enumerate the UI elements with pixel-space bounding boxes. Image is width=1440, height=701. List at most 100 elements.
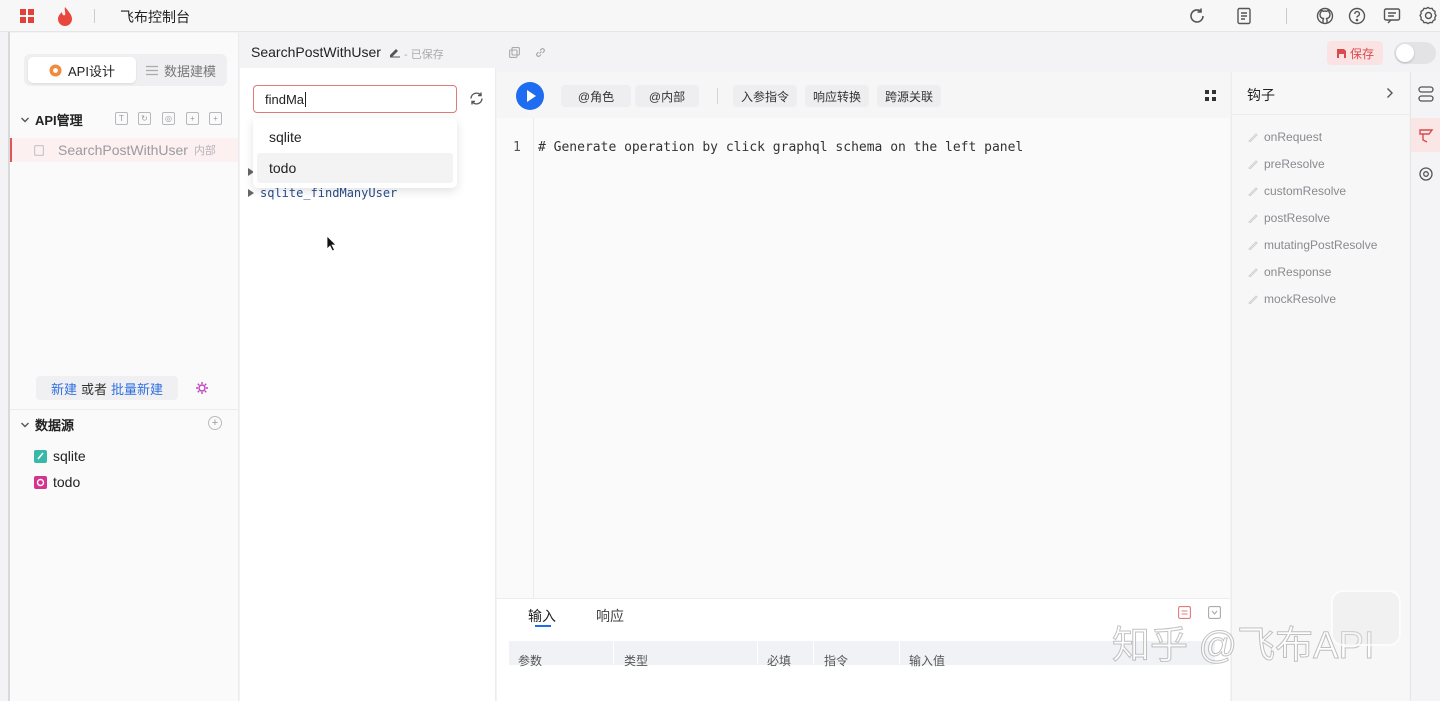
magic-icon[interactable]: [195, 381, 209, 395]
mouse-cursor-icon: [326, 235, 337, 252]
config-gear-icon[interactable]: [1411, 162, 1440, 186]
flow-icon[interactable]: [1411, 82, 1440, 106]
response-transform-button[interactable]: 响应转换: [805, 85, 869, 107]
sqlite-icon: [34, 449, 47, 463]
toggle-knob: [1396, 44, 1414, 62]
caret-right-icon[interactable]: [248, 189, 254, 197]
role-button[interactable]: @角色: [561, 85, 631, 107]
datasource-item-sqlite[interactable]: sqlite: [34, 448, 86, 464]
api-management-header[interactable]: API管理: [20, 110, 83, 129]
reload-icon[interactable]: [469, 91, 484, 106]
text-caret: [305, 91, 307, 107]
batch-new-link[interactable]: 批量新建: [111, 379, 163, 398]
add-datasource-icon[interactable]: +: [208, 416, 222, 430]
chevron-right-icon[interactable]: [1386, 87, 1394, 99]
col-required: 必填: [767, 654, 792, 668]
hook-postresolve[interactable]: postResolve: [1248, 211, 1330, 225]
save-button[interactable]: 保存: [1327, 41, 1383, 65]
col-directive: 指令: [824, 654, 849, 668]
chevron-down-icon: [20, 115, 30, 125]
col-divider: [613, 640, 614, 664]
add-file-icon[interactable]: +: [186, 112, 199, 125]
hook-tab-icon[interactable]: [1411, 118, 1440, 152]
tab-input[interactable]: 输入: [528, 606, 556, 626]
brand-logo-icon: [56, 6, 74, 26]
schema-explorer: findMa sqlite_findManyUser sqlite todo: [240, 68, 496, 701]
schema-search-input[interactable]: findMa: [253, 85, 457, 113]
watermark-logo-icon: [1331, 590, 1401, 646]
cross-source-button[interactable]: 跨源关联: [877, 85, 941, 107]
copy-icon[interactable]: [509, 47, 520, 58]
autocomplete-dropdown: sqlite todo: [253, 118, 457, 188]
code-editor[interactable]: 1 # Generate operation by click graphql …: [497, 118, 1230, 598]
todo-datasource-icon: [34, 475, 47, 489]
edit-icon: [1248, 133, 1258, 142]
col-param: 参数: [518, 654, 543, 668]
col-divider: [757, 640, 758, 664]
tree-item-findmanyuser[interactable]: sqlite_findManyUser: [260, 186, 397, 200]
col-divider: [813, 640, 814, 664]
divider: [717, 88, 718, 104]
mode-toggle[interactable]: [1394, 42, 1436, 64]
api-item-searchpostwithuser[interactable]: SearchPostWithUser 内部: [10, 138, 238, 162]
refresh-icon[interactable]: [1188, 7, 1206, 25]
left-sidebar: API设计 数据建模 API管理 T ↻ ◎ + + SearchPostWit…: [10, 33, 239, 701]
tab-api-design[interactable]: API设计: [28, 57, 136, 83]
app-title: 飞布控制台: [120, 9, 190, 25]
right-rail: [1410, 72, 1440, 701]
mode-switcher: API设计 数据建模: [24, 54, 227, 86]
hook-preresolve[interactable]: preResolve: [1248, 157, 1325, 171]
hook-mutatingpostresolve[interactable]: mutatingPostResolve: [1248, 238, 1377, 252]
active-tab-indicator: [535, 625, 551, 627]
text-tool-icon[interactable]: T: [115, 112, 128, 125]
divider: [1286, 8, 1287, 24]
datasource-header[interactable]: 数据源: [20, 415, 74, 434]
datasource-item-todo[interactable]: todo: [34, 474, 80, 490]
target-icon[interactable]: ◎: [162, 112, 175, 125]
add-folder-icon[interactable]: +: [209, 112, 222, 125]
params-table-header: [509, 641, 1215, 665]
message-icon[interactable]: [1383, 7, 1401, 25]
new-api-link[interactable]: 新建: [51, 379, 77, 398]
apps-grid-icon[interactable]: [20, 9, 34, 23]
edit-icon: [1248, 214, 1258, 223]
document-icon[interactable]: [1236, 7, 1254, 25]
hooks-title: 钩子: [1247, 87, 1275, 103]
save-status: - 已保存: [404, 49, 444, 61]
chevron-down-icon: [20, 420, 30, 430]
suggestion-item-active[interactable]: todo: [257, 153, 453, 183]
param-directive-button[interactable]: 入参指令: [733, 85, 797, 107]
edit-icon[interactable]: [389, 46, 401, 58]
top-bar: 飞布控制台: [0, 0, 1440, 32]
github-icon[interactable]: [1316, 7, 1334, 25]
play-icon: [527, 90, 536, 102]
file-icon: [34, 144, 44, 156]
internal-button[interactable]: @内部: [635, 85, 699, 107]
tab-data-modeling[interactable]: 数据建模: [138, 57, 224, 83]
save-icon: [1336, 48, 1347, 59]
col-type: 类型: [624, 654, 649, 668]
settings-gear-icon[interactable]: [1419, 6, 1438, 25]
hook-onresponse[interactable]: onResponse: [1248, 265, 1331, 279]
link-icon[interactable]: [535, 47, 546, 58]
fullscreen-icon[interactable]: [1205, 90, 1216, 101]
run-button[interactable]: [516, 82, 544, 110]
hook-mockresolve[interactable]: mockResolve: [1248, 292, 1336, 306]
divider: [94, 9, 95, 23]
col-input-value: 输入值: [909, 654, 946, 668]
suggestion-item[interactable]: sqlite: [253, 122, 457, 152]
edit-icon: [1248, 268, 1258, 277]
api-name-title: SearchPostWithUser: [251, 44, 381, 60]
tab-response[interactable]: 响应: [596, 606, 624, 626]
edit-icon: [1248, 241, 1258, 250]
sync-icon[interactable]: ↻: [138, 112, 151, 125]
help-icon[interactable]: [1348, 7, 1366, 25]
edit-icon: [1248, 187, 1258, 196]
api-design-icon: [49, 64, 62, 77]
hook-onrequest[interactable]: onRequest: [1248, 130, 1322, 144]
list-icon: [145, 65, 158, 76]
line-number: 1: [513, 140, 521, 155]
edit-icon: [1248, 160, 1258, 169]
new-api-bar: 新建 或者 批量新建: [36, 376, 178, 400]
hook-customresolve[interactable]: customResolve: [1248, 184, 1346, 198]
